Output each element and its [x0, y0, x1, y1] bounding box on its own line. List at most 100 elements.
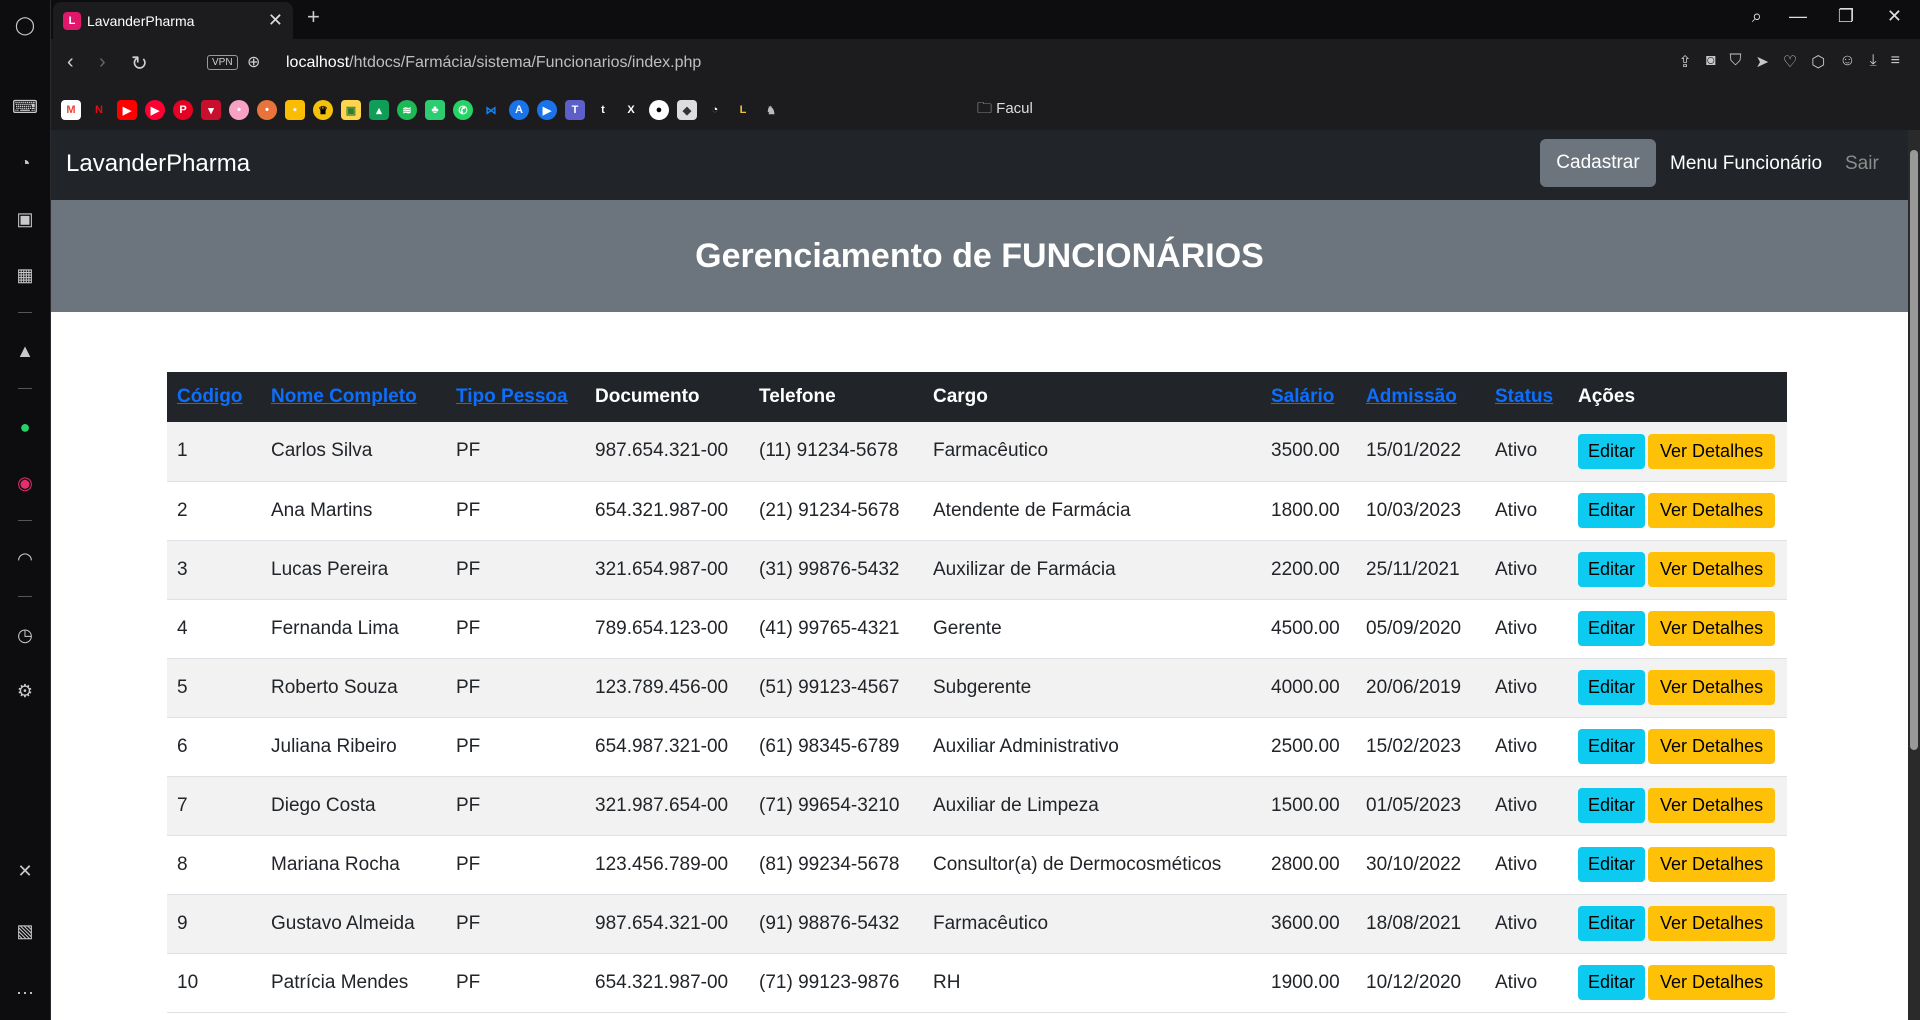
cadastrar-button[interactable]: Cadastrar	[1540, 139, 1656, 187]
gmail-bookmark-icon[interactable]: M	[61, 100, 81, 120]
easy-setup-icon[interactable]: ≡	[1891, 52, 1900, 72]
opera-logo-icon[interactable]: ◯	[12, 12, 38, 38]
teams-bookmark-icon[interactable]: T	[565, 100, 585, 120]
col-header-status[interactable]: Status	[1485, 372, 1568, 422]
close-tab-icon[interactable]: ✕	[268, 10, 283, 31]
bookmark-icon[interactable]: ▴	[369, 100, 389, 120]
settings-gear-icon[interactable]: ⚙	[12, 678, 38, 704]
history-icon[interactable]: ◷	[12, 622, 38, 648]
box-icon[interactable]: ⬡	[1811, 52, 1825, 72]
editar-button[interactable]: Editar	[1578, 493, 1646, 528]
ver-detalhes-button[interactable]: Ver Detalhes	[1648, 729, 1776, 764]
sort-salario-link[interactable]: Salário	[1271, 386, 1334, 407]
bookmark-icon[interactable]: ♞	[761, 100, 781, 120]
instagram-icon[interactable]: ◉	[12, 470, 38, 496]
shield-icon[interactable]: ⛉	[1730, 52, 1742, 72]
forward-icon[interactable]: ›	[99, 51, 106, 74]
youtube-music-bookmark-icon[interactable]: ▶	[145, 100, 165, 120]
account-icon[interactable]: ☺	[1839, 52, 1855, 72]
whatsapp-bookmark-icon[interactable]: ✆	[453, 100, 473, 120]
vpn-badge[interactable]: VPN	[207, 55, 238, 70]
ver-detalhes-button[interactable]: Ver Detalhes	[1648, 906, 1776, 941]
x-bookmark-icon[interactable]: X	[621, 100, 641, 120]
editar-button[interactable]: Editar	[1578, 433, 1646, 469]
page-scrollbar[interactable]	[1908, 130, 1920, 1020]
roblox-bookmark-icon[interactable]: ◆	[677, 100, 697, 120]
back-icon[interactable]: ‹	[67, 51, 74, 74]
editar-button[interactable]: Editar	[1578, 670, 1646, 705]
crown-bookmark-icon[interactable]: ♛	[313, 100, 333, 120]
ver-detalhes-button[interactable]: Ver Detalhes	[1648, 611, 1776, 646]
editar-button[interactable]: Editar	[1578, 965, 1646, 1000]
gauge-bookmark-icon[interactable]: ◔	[705, 100, 725, 120]
ver-detalhes-button[interactable]: Ver Detalhes	[1648, 847, 1776, 882]
bookmark-icon[interactable]: ♣	[425, 100, 445, 120]
bookmark-icon[interactable]: •	[257, 100, 277, 120]
minimize-icon[interactable]: —	[1789, 6, 1807, 27]
keep-bookmark-icon[interactable]: ▪	[285, 100, 305, 120]
col-header-admissao[interactable]: Admissão	[1356, 372, 1485, 422]
site-brand[interactable]: LavanderPharma	[66, 150, 250, 178]
scrollbar-thumb[interactable]	[1910, 150, 1918, 750]
aria-icon[interactable]: ▲	[12, 338, 38, 364]
restore-icon[interactable]: ❐	[1838, 6, 1854, 27]
chip-icon[interactable]: ▦	[12, 262, 38, 288]
editar-button[interactable]: Editar	[1578, 611, 1646, 646]
url-field[interactable]: localhost/htdocs/Farmácia/sistema/Funcio…	[286, 54, 701, 72]
editar-button[interactable]: Editar	[1578, 788, 1646, 823]
sort-nome-link[interactable]: Nome Completo	[271, 386, 417, 407]
bookmark-icon[interactable]: L	[733, 100, 753, 120]
ver-detalhes-button[interactable]: Ver Detalhes	[1648, 788, 1776, 823]
heart-icon[interactable]: ♡	[1783, 52, 1797, 72]
whatsapp-icon[interactable]: ●	[12, 414, 38, 440]
play-bookmark-icon[interactable]: ▶	[537, 100, 557, 120]
tumblr-bookmark-icon[interactable]: t	[593, 100, 613, 120]
bookmark-icon[interactable]: •	[229, 100, 249, 120]
bookmark-folder[interactable]: 🗀 Facul	[977, 98, 1033, 123]
ver-detalhes-button[interactable]: Ver Detalhes	[1648, 433, 1776, 469]
bluesky-bookmark-icon[interactable]: ⋈	[481, 100, 501, 120]
ver-detalhes-button[interactable]: Ver Detalhes	[1648, 965, 1776, 1000]
youtube-bookmark-icon[interactable]: ▶	[117, 100, 137, 120]
bookmark-icon[interactable]: A	[509, 100, 529, 120]
ver-detalhes-button[interactable]: Ver Detalhes	[1648, 552, 1776, 587]
shopping-bag-icon[interactable]: ▣	[12, 206, 38, 232]
editar-button[interactable]: Editar	[1578, 847, 1646, 882]
spotify-bookmark-icon[interactable]: ≋	[397, 100, 417, 120]
sort-tipo-link[interactable]: Tipo Pessoa	[456, 386, 568, 407]
speedometer-icon[interactable]: ◔	[12, 150, 38, 176]
music-icon[interactable]: ◠	[12, 546, 38, 572]
menu-funcionario-link[interactable]: Menu Funcionário	[1670, 153, 1822, 175]
classroom-bookmark-icon[interactable]: ▣	[341, 100, 361, 120]
close-window-icon[interactable]: ✕	[1887, 6, 1902, 27]
send-icon[interactable]: ➤	[1756, 52, 1769, 72]
new-tab-icon[interactable]: +	[307, 4, 320, 30]
ver-detalhes-button[interactable]: Ver Detalhes	[1648, 670, 1776, 705]
pinterest-bookmark-icon[interactable]: P	[173, 100, 193, 120]
more-options-icon[interactable]: ⋯	[12, 980, 38, 1006]
reload-icon[interactable]: ↻	[131, 51, 148, 76]
camera-icon[interactable]: ◙	[1706, 52, 1716, 72]
sair-link[interactable]: Sair	[1845, 153, 1879, 175]
netflix-bookmark-icon[interactable]: N	[89, 100, 109, 120]
sort-codigo-link[interactable]: Código	[177, 386, 242, 407]
app-bookmark-icon[interactable]: ▾	[201, 100, 221, 120]
col-header-salario[interactable]: Salário	[1261, 372, 1356, 422]
github-bookmark-icon[interactable]: ●	[649, 100, 669, 120]
search-tabs-icon[interactable]: ⌕	[1752, 6, 1762, 27]
ver-detalhes-button[interactable]: Ver Detalhes	[1648, 493, 1776, 528]
sort-status-link[interactable]: Status	[1495, 386, 1553, 407]
gamepad-icon[interactable]: ⌨	[12, 94, 38, 120]
gallery-icon[interactable]: ▧	[12, 918, 38, 944]
extensions-icon[interactable]: ✕	[12, 858, 38, 884]
col-header-codigo[interactable]: Código	[167, 372, 261, 422]
download-icon[interactable]: ⤓	[1870, 52, 1877, 72]
share-icon[interactable]: ⇪	[1678, 52, 1691, 72]
editar-button[interactable]: Editar	[1578, 906, 1646, 941]
browser-tab[interactable]: L LavanderPharma ✕	[53, 2, 293, 39]
site-info-icon[interactable]: ⊕	[247, 52, 260, 72]
sort-admissao-link[interactable]: Admissão	[1366, 386, 1457, 407]
editar-button[interactable]: Editar	[1578, 552, 1646, 587]
col-header-tipo[interactable]: Tipo Pessoa	[446, 372, 585, 422]
col-header-nome[interactable]: Nome Completo	[261, 372, 446, 422]
